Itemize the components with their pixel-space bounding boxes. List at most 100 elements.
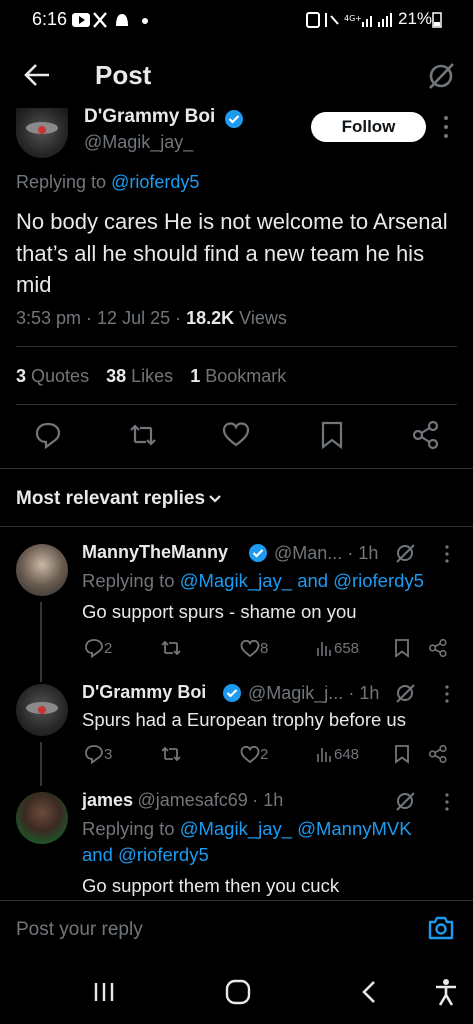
share-icon[interactable] <box>428 638 448 658</box>
repost-icon[interactable] <box>128 420 158 450</box>
chevron-down-icon[interactable] <box>208 494 222 504</box>
views-count: 648 <box>334 746 360 763</box>
replying-to-link[interactable]: @Magik_jay_ and @rioferdy5 <box>180 570 424 591</box>
verified-badge-icon <box>223 684 241 702</box>
like-icon[interactable] <box>240 744 260 764</box>
replying-to: Replying to @Magik_jay_ and @rioferdy5 <box>82 570 424 592</box>
replying-to-link[interactable]: and @rioferdy5 <box>82 844 209 866</box>
reply-author-handle[interactable]: @Man... <box>274 543 342 563</box>
tweet-actions <box>0 420 473 454</box>
avatar[interactable] <box>16 108 68 158</box>
repost-icon[interactable] <box>160 744 182 764</box>
tweet-time[interactable]: 3:53 pm <box>16 308 81 328</box>
avatar[interactable] <box>16 792 68 844</box>
divider <box>0 468 473 469</box>
avatar[interactable] <box>16 684 68 736</box>
views-count: 18.2K <box>186 308 235 328</box>
reply-meta: @Man... · 1h <box>274 543 378 564</box>
views-icon[interactable] <box>316 640 332 656</box>
reply-input[interactable]: Post your reply <box>16 919 143 941</box>
tweet-date[interactable]: 12 Jul 25 <box>97 308 170 328</box>
views-label: Views <box>239 308 287 328</box>
like-count: 8 <box>260 640 269 657</box>
views-icon[interactable] <box>316 746 332 762</box>
camera-icon[interactable] <box>427 915 455 941</box>
more-options-icon[interactable] <box>444 792 450 812</box>
status-time: 6:16 <box>32 9 68 29</box>
accessibility-icon[interactable] <box>434 978 458 1006</box>
replying-to: Replying to @rioferdy5 <box>16 172 199 193</box>
reply-time: · 1h <box>347 543 379 563</box>
reply-item[interactable]: D'Grammy Boi @Magik_j... · 1h Spurs had … <box>0 670 473 786</box>
reply-text: Go support them then you cuck <box>82 875 340 896</box>
quotes-count: 3 <box>16 366 27 386</box>
back-arrow-icon[interactable] <box>24 63 50 87</box>
nav-back-icon[interactable] <box>360 980 378 1004</box>
reply-author-name[interactable]: james <box>82 790 133 810</box>
reply-icon[interactable] <box>84 638 104 658</box>
reply-count: 2 <box>104 640 113 657</box>
reply-author-handle[interactable]: @jamesafc69 <box>138 790 248 810</box>
divider <box>16 346 457 347</box>
more-options-icon[interactable] <box>444 544 450 564</box>
replying-prefix: Replying to <box>82 570 175 591</box>
reply-author-name[interactable]: MannyTheManny <box>82 542 228 562</box>
repost-icon[interactable] <box>160 638 182 658</box>
verified-badge-icon <box>249 544 267 562</box>
svg-text:4G+: 4G+ <box>344 14 362 23</box>
tweet-stats: 3 Quotes 38 Likes 1 Bookmark <box>16 366 298 387</box>
divider <box>16 404 457 405</box>
replying-prefix: Replying to <box>16 172 107 192</box>
grok-icon[interactable] <box>394 682 416 704</box>
bookmark-icon[interactable] <box>394 638 410 658</box>
tweet-meta: 3:53 pm · 12 Jul 25 · 18.2K Views <box>16 308 287 328</box>
reply-count: 3 <box>104 746 113 763</box>
more-options-icon[interactable] <box>444 684 450 704</box>
like-icon[interactable] <box>222 420 250 450</box>
reply-header: james @jamesafc69 · 1h <box>82 790 283 811</box>
verified-badge-icon <box>225 110 243 128</box>
bookmarks-stat[interactable]: 1 Bookmark <box>190 366 286 386</box>
reply-icon[interactable] <box>34 420 62 450</box>
replying-to-link[interactable]: @rioferdy5 <box>111 172 199 192</box>
author-handle[interactable]: @Magik_jay_ <box>84 132 193 153</box>
like-icon[interactable] <box>240 638 260 658</box>
reply-author-name[interactable]: D'Grammy Boi <box>82 682 206 702</box>
quotes-label: Quotes <box>31 366 90 386</box>
likes-stat[interactable]: 38 Likes <box>106 366 173 386</box>
replying-prefix: Replying to <box>82 818 175 839</box>
reply-header: D'Grammy Boi <box>82 682 206 703</box>
reply-time: · 1h <box>252 790 284 810</box>
grok-icon[interactable] <box>426 61 456 91</box>
bookmark-icon[interactable] <box>394 744 410 764</box>
reply-item[interactable]: MannyTheManny @Man... · 1h Replying to @… <box>0 530 473 672</box>
likes-count: 38 <box>106 366 127 386</box>
grok-icon[interactable] <box>394 542 416 564</box>
reply-item[interactable]: james @jamesafc69 · 1h Replying to @Magi… <box>0 778 473 898</box>
more-options-icon[interactable] <box>442 114 450 140</box>
follow-button[interactable]: Follow <box>311 112 426 142</box>
reply-author-handle[interactable]: @Magik_j... <box>248 683 343 703</box>
bookmarks-count: 1 <box>190 366 201 386</box>
thread-line <box>40 602 42 672</box>
views-count: 658 <box>334 640 360 657</box>
system-navigation-bar <box>0 962 473 1024</box>
recent-apps-icon[interactable] <box>93 981 117 1003</box>
notification-icons <box>72 12 148 28</box>
replying-to-link[interactable]: @Magik_jay_ @MannyMVK <box>180 818 412 839</box>
tweet-text: No body cares He is not welcome to Arsen… <box>16 209 448 297</box>
reply-meta: @Magik_j... · 1h <box>248 683 379 704</box>
thread-line <box>40 670 42 682</box>
share-icon[interactable] <box>428 744 448 764</box>
bookmark-icon[interactable] <box>320 420 344 450</box>
quotes-stat[interactable]: 3 Quotes <box>16 366 89 386</box>
status-bar: 6:16 4G+ 21% <box>0 0 473 38</box>
sort-replies-dropdown[interactable]: Most relevant replies <box>16 488 205 510</box>
reply-icon[interactable] <box>84 744 104 764</box>
author-name[interactable]: D'Grammy Boi <box>84 106 215 128</box>
divider <box>0 526 473 527</box>
grok-icon[interactable] <box>394 790 416 812</box>
share-icon[interactable] <box>412 420 440 450</box>
avatar[interactable] <box>16 544 68 596</box>
home-icon[interactable] <box>225 979 251 1005</box>
